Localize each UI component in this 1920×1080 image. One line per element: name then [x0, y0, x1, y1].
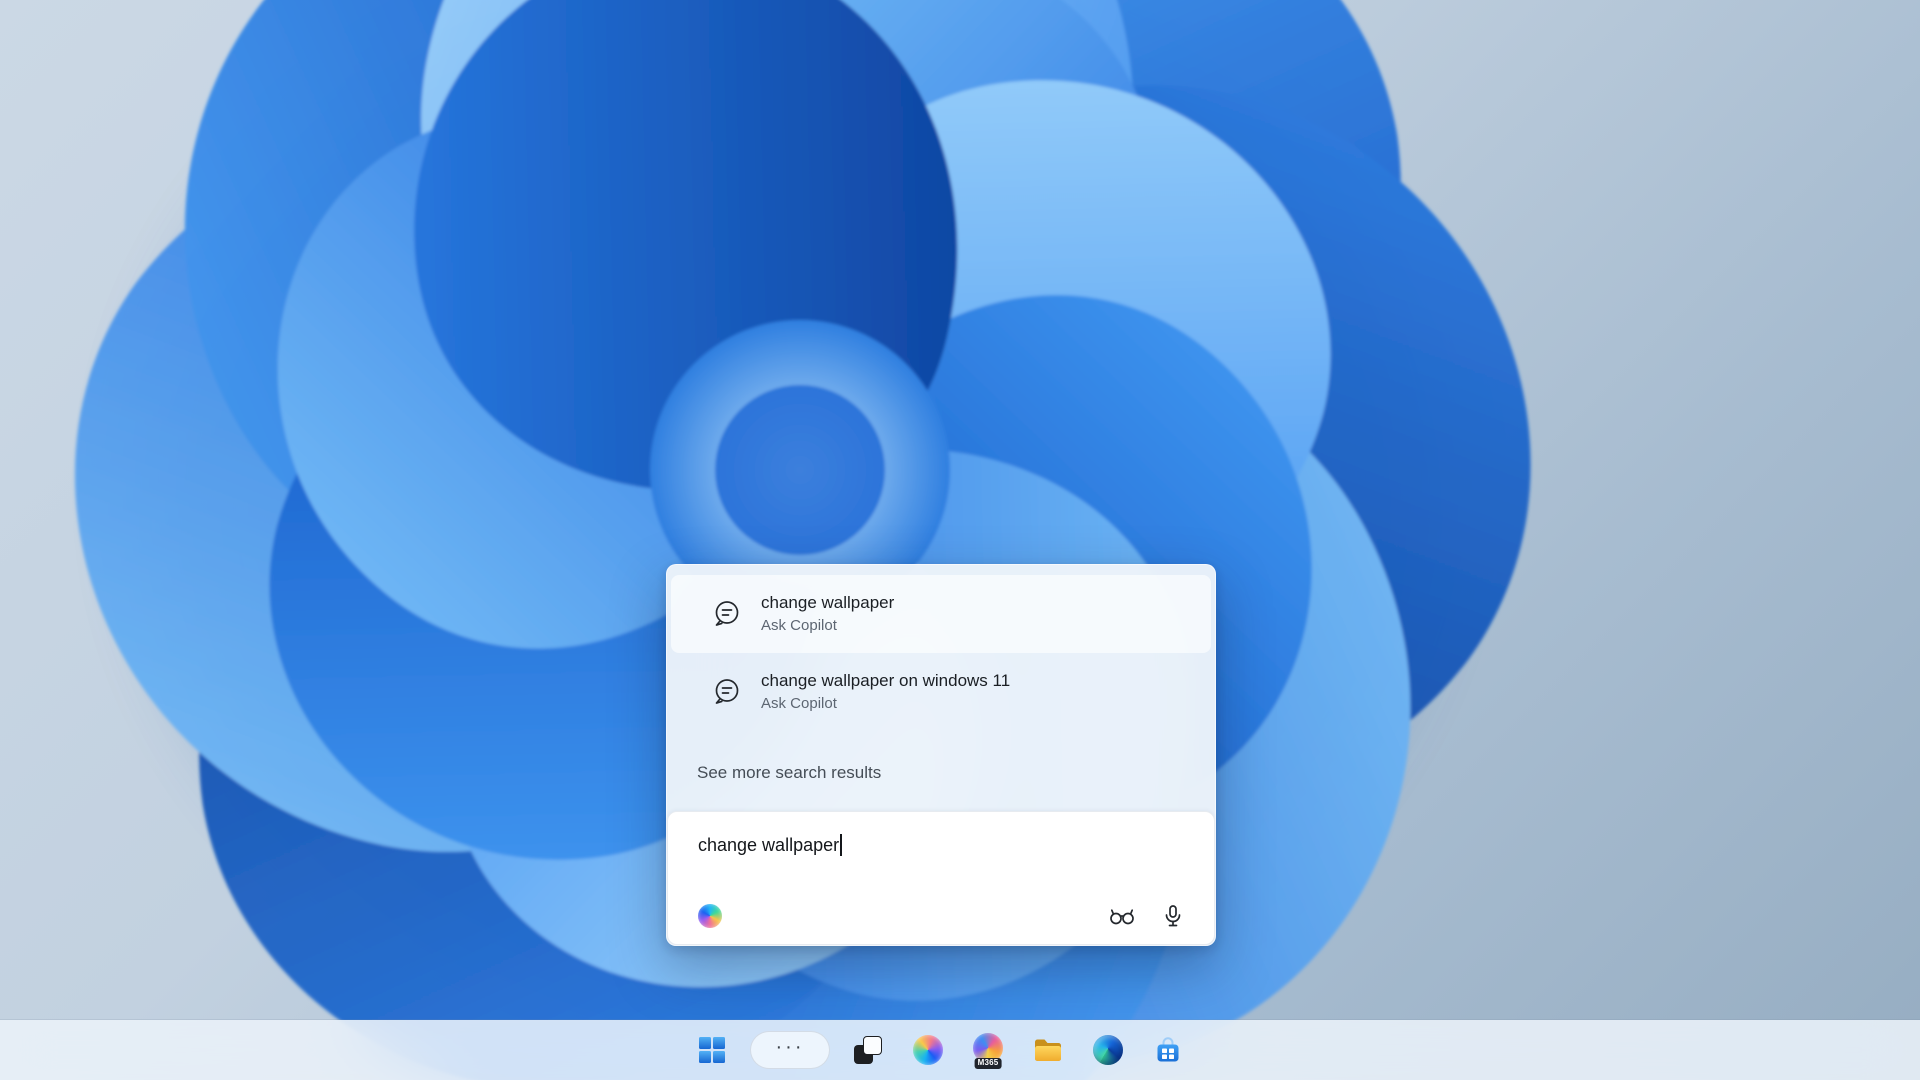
m365-badge: M365: [975, 1058, 1002, 1069]
suggestion-subtitle: Ask Copilot: [761, 617, 894, 635]
suggestion-subtitle: Ask Copilot: [761, 695, 1010, 713]
task-view-button[interactable]: [846, 1028, 890, 1072]
taskbar: ··· M365: [0, 1020, 1920, 1080]
task-view-icon: [853, 1035, 883, 1065]
start-button[interactable]: [690, 1028, 734, 1072]
microsoft-store-button[interactable]: [1146, 1028, 1190, 1072]
edge-browser-icon: [1093, 1035, 1123, 1065]
suggestion-title: change wallpaper on windows 11: [761, 671, 1010, 691]
search-input-card[interactable]: change wallpaper: [667, 811, 1215, 945]
binoculars-icon: [1108, 905, 1136, 927]
suggestion-list: change wallpaper Ask Copilot change wall…: [667, 575, 1215, 731]
microphone-icon: [1162, 904, 1184, 928]
desktop: change wallpaper Ask Copilot change wall…: [0, 0, 1920, 1080]
task-view-front-square: [863, 1036, 882, 1055]
copilot-icon: [698, 904, 722, 928]
file-explorer-folder-icon: [1032, 1035, 1064, 1065]
search-flyout: change wallpaper Ask Copilot change wall…: [666, 564, 1216, 946]
copilot-button[interactable]: [698, 904, 722, 928]
search-web-button[interactable]: [1108, 905, 1136, 927]
copilot-taskbar-button[interactable]: [906, 1028, 950, 1072]
suggestion-title: change wallpaper: [761, 593, 894, 613]
suggestion-text: change wallpaper on windows 11 Ask Copil…: [761, 671, 1010, 712]
edge-button[interactable]: [1086, 1028, 1130, 1072]
m365-copilot-icon: M365: [972, 1033, 1004, 1067]
taskbar-search-pill[interactable]: ···: [750, 1031, 830, 1069]
microsoft-store-bag-icon: [1153, 1035, 1183, 1065]
ask-copilot-chat-icon: [711, 598, 743, 630]
search-input[interactable]: change wallpaper: [668, 812, 1214, 856]
suggestion-item-1[interactable]: change wallpaper Ask Copilot: [671, 575, 1211, 653]
ask-copilot-chat-icon: [711, 676, 743, 708]
suggestion-item-2[interactable]: change wallpaper on windows 11 Ask Copil…: [667, 653, 1215, 731]
see-more-search-results-link[interactable]: See more search results: [697, 763, 881, 783]
suggestion-text: change wallpaper Ask Copilot: [761, 593, 894, 634]
input-icon-row: [698, 904, 1184, 928]
search-input-value: change wallpaper: [698, 835, 839, 856]
windows-logo-icon: [697, 1035, 727, 1065]
file-explorer-button[interactable]: [1026, 1028, 1070, 1072]
voice-search-button[interactable]: [1162, 904, 1184, 928]
m365-copilot-button[interactable]: M365: [966, 1028, 1010, 1072]
text-caret: [840, 834, 842, 856]
copilot-icon: [913, 1035, 943, 1065]
input-right-icons: [1108, 904, 1184, 928]
taskbar-icon-group: ··· M365: [690, 1028, 1190, 1072]
